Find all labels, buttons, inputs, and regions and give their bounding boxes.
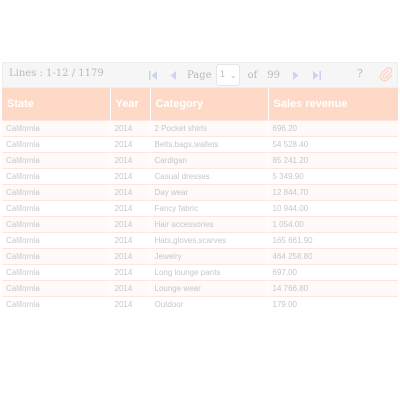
cell-sales-revenue: 696.20	[268, 120, 399, 137]
pagination-toolbar: Lines : 1-12 / 1179 Page 1 ⌄ of 99 ?	[2, 62, 398, 88]
cell-category: Long lounge pants	[150, 264, 269, 281]
last-page-icon[interactable]	[306, 63, 326, 87]
table-row: California 2014 2 Pocket shirts 696.20	[2, 120, 399, 137]
cell-state: California	[2, 280, 111, 297]
table-row: California 2014 Casual dresses 5 349.90	[2, 168, 399, 185]
page-select-value: 1	[219, 70, 226, 80]
column-header-sales-revenue[interactable]: Sales revenue	[268, 88, 399, 121]
cell-state: California	[2, 200, 111, 217]
table-row: California 2014 Hats,gloves,scarves 165 …	[2, 232, 399, 249]
of-label: of	[247, 69, 258, 81]
cell-category: Jewelry	[150, 248, 269, 265]
cell-year: 2014	[110, 280, 151, 297]
page-select[interactable]: 1 ⌄	[215, 64, 240, 86]
cell-year: 2014	[110, 216, 151, 233]
cell-sales-revenue: 85 241.20	[268, 152, 399, 169]
cell-state: California	[2, 232, 111, 249]
cell-state: California	[2, 120, 111, 137]
table-row: California 2014 Cardigan 85 241.20	[2, 152, 399, 169]
cell-sales-revenue: 1 054.00	[268, 216, 399, 233]
column-header-category[interactable]: Category	[150, 88, 269, 121]
cell-sales-revenue: 179.00	[268, 296, 399, 312]
cell-sales-revenue: 5 349.90	[268, 168, 399, 185]
cell-state: California	[2, 152, 111, 169]
cell-state: California	[2, 216, 111, 233]
cell-category: Outdoor	[150, 296, 269, 312]
cell-sales-revenue: 464 258.80	[268, 248, 399, 265]
paperclip-icon[interactable]	[379, 66, 395, 82]
cell-sales-revenue: 697.00	[268, 264, 399, 281]
previous-page-icon[interactable]	[163, 63, 183, 87]
cell-category: 2 Pocket shirts	[150, 120, 269, 137]
cell-sales-revenue: 165 661.90	[268, 232, 399, 249]
cell-state: California	[2, 184, 111, 201]
cell-year: 2014	[110, 296, 151, 312]
total-pages: 99	[267, 69, 281, 81]
cell-year: 2014	[110, 232, 151, 249]
cell-sales-revenue: 54 528.40	[268, 136, 399, 153]
column-header-year[interactable]: Year	[110, 88, 151, 121]
cell-year: 2014	[110, 168, 151, 185]
table-row: California 2014 Lounge wear 14 766.80	[2, 280, 399, 297]
cell-year: 2014	[110, 264, 151, 281]
cell-category: Belts,bags,wallets	[150, 136, 269, 153]
pager: Page 1 ⌄ of 99	[143, 63, 326, 87]
table-row: California 2014 Fancy fabric 10 944.00	[2, 200, 399, 217]
cell-category: Casual dresses	[150, 168, 269, 185]
cell-category: Lounge wear	[150, 280, 269, 297]
table-row: California 2014 Belts,bags,wallets 54 52…	[2, 136, 399, 153]
cell-year: 2014	[110, 248, 151, 265]
help-button[interactable]: ?	[357, 67, 363, 80]
cell-state: California	[2, 296, 111, 312]
cell-sales-revenue: 14 766.80	[268, 280, 399, 297]
cell-year: 2014	[110, 184, 151, 201]
cell-year: 2014	[110, 120, 151, 137]
cell-category: Hair accessories	[150, 216, 269, 233]
cell-category: Cardigan	[150, 152, 269, 169]
page-label: Page	[187, 69, 212, 81]
next-page-icon[interactable]	[286, 63, 306, 87]
report-grid: Lines : 1-12 / 1179 Page 1 ⌄ of 99 ? Sta…	[2, 62, 399, 312]
table-row: California 2014 Day wear 12 844.70	[2, 184, 399, 201]
cell-category: Fancy fabric	[150, 200, 269, 217]
column-header-state[interactable]: State	[2, 88, 111, 121]
cell-year: 2014	[110, 152, 151, 169]
cell-state: California	[2, 264, 111, 281]
cell-state: California	[2, 248, 111, 265]
data-table: State Year Category Sales revenue Califo…	[2, 88, 399, 312]
cell-category: Hats,gloves,scarves	[150, 232, 269, 249]
cell-state: California	[2, 136, 111, 153]
table-row: California 2014 Hair accessories 1 054.0…	[2, 216, 399, 233]
cell-year: 2014	[110, 136, 151, 153]
lines-info: Lines : 1-12 / 1179	[9, 68, 104, 79]
chevron-down-icon: ⌄	[229, 70, 237, 80]
cell-sales-revenue: 10 944.00	[268, 200, 399, 217]
table-row: California 2014 Long lounge pants 697.00	[2, 264, 399, 281]
cell-year: 2014	[110, 200, 151, 217]
table-row: California 2014 Jewelry 464 258.80	[2, 248, 399, 265]
cell-sales-revenue: 12 844.70	[268, 184, 399, 201]
cell-category: Day wear	[150, 184, 269, 201]
first-page-icon[interactable]	[143, 63, 163, 87]
table-row: California 2014 Outdoor 179.00	[2, 296, 399, 312]
cell-state: California	[2, 168, 111, 185]
table-header-row: State Year Category Sales revenue	[2, 88, 399, 121]
